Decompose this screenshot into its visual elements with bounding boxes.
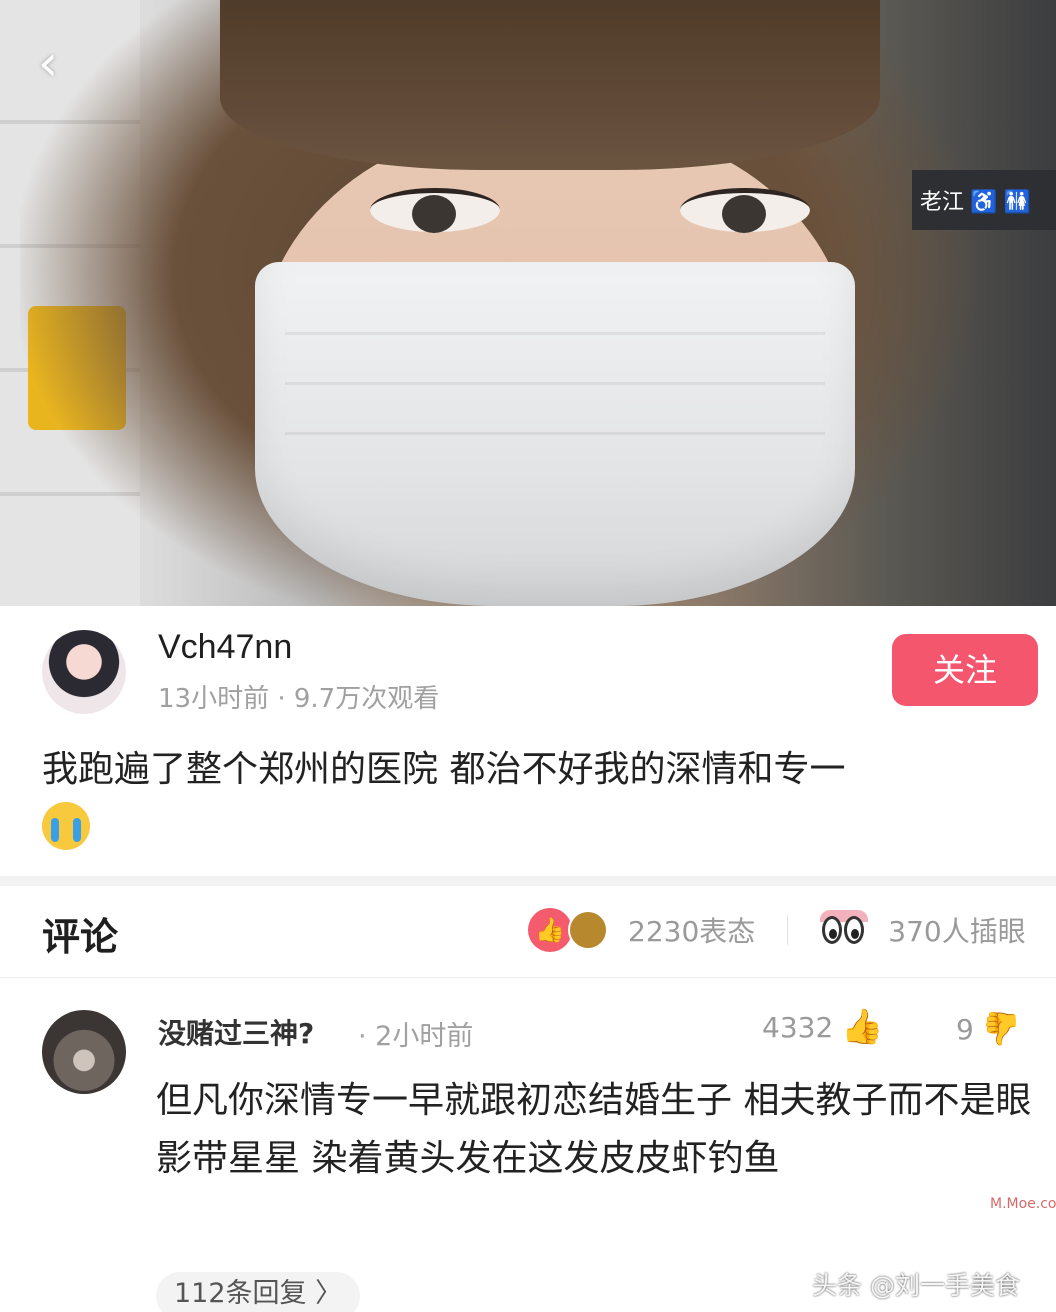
comment-like-button[interactable]: 4332 👍: [762, 1010, 884, 1044]
username[interactable]: Vch47nn: [158, 628, 292, 667]
follow-button[interactable]: 关注: [892, 634, 1038, 706]
post-meta: 13小时前 · 9.7万次观看: [158, 684, 440, 714]
helmet-reaction-icon: [568, 910, 608, 950]
caption-text: 我跑遍了整个郑州的医院 都治不好我的深情和专一: [42, 749, 846, 790]
crying-face-icon: [42, 802, 90, 850]
left-eye: [370, 188, 500, 233]
mask-pleat: [285, 382, 825, 385]
divider: [787, 915, 789, 945]
comment-username[interactable]: 没赌过三神?: [158, 1012, 314, 1052]
comment-text: 但凡你深情专一早就跟初恋结婚生子 相夫教子而不是眼影带星星 染着黄头发在这发皮皮…: [156, 1080, 1032, 1179]
corner-watermark: M.Moe.com: [990, 1196, 1056, 1212]
mask-pleat: [285, 432, 825, 435]
peek-eyes-icon: [820, 910, 869, 950]
post-author-section: Vch47nn 13小时前 · 9.7万次观看 关注 我跑遍了整个郑州的医院 都…: [0, 606, 1056, 876]
reactions-count: 2230表态: [628, 915, 756, 948]
section-divider: [0, 876, 1056, 886]
thumbs-down-icon: 👍: [981, 1010, 1022, 1048]
avatar[interactable]: [42, 630, 126, 714]
comment-dislike-button[interactable]: 9 👍: [956, 1010, 1022, 1048]
mask-pleat: [285, 332, 825, 335]
station-sign: 老江 ♿ 🚻: [912, 170, 1056, 230]
thumbs-up-icon: 👍: [841, 1007, 884, 1047]
view-replies-button[interactable]: 112条回复 〉: [156, 1272, 361, 1312]
post-photo[interactable]: 老江 ♿ 🚻 ‹: [0, 0, 1056, 606]
like-count: 4332: [762, 1010, 834, 1044]
like-reaction-icon: 👍: [528, 908, 572, 952]
post-caption: 我跑遍了整个郑州的医院 都治不好我的深情和专一: [42, 744, 1042, 850]
comments-title: 评论: [42, 915, 119, 959]
dislike-count: 9: [956, 1012, 974, 1046]
right-eye: [680, 188, 810, 233]
watermark: 头条 @刘一手美食: [812, 1271, 1020, 1300]
peek-count: 370人插眼: [888, 915, 1026, 948]
face-mask: [255, 262, 855, 606]
comment-time: · 2小时前: [358, 1021, 474, 1052]
comments-header: 评论 👍 2230表态 370人插眼: [0, 886, 1056, 978]
bangs: [220, 0, 880, 170]
avatar[interactable]: [42, 1010, 126, 1094]
back-arrow-icon[interactable]: ‹: [38, 38, 88, 88]
comment-item: 没赌过三神? · 2小时前 4332 👍 9 👍 但凡你深情专一早就跟初恋结婚生…: [0, 978, 1056, 1312]
reactions-summary[interactable]: 👍 2230表态 370人插眼: [528, 908, 1026, 952]
